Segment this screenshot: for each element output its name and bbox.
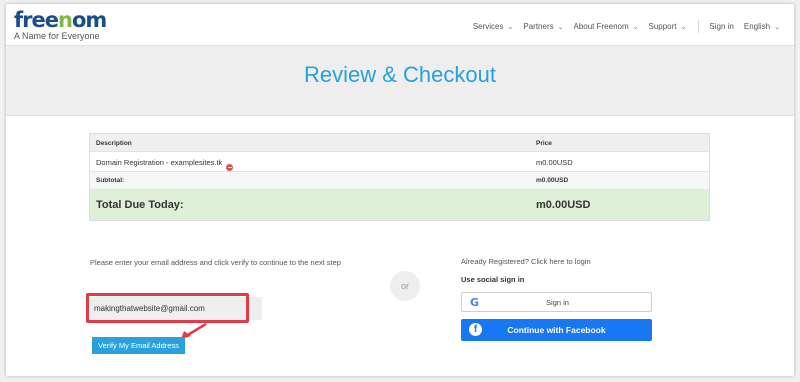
order-summary-table: Description Price Domain Registration - … (89, 133, 710, 221)
nav-label: Support (648, 22, 677, 31)
column-header-description: Description (96, 140, 132, 147)
facebook-signin-button[interactable]: f Continue with Facebook (461, 319, 652, 341)
nav-services[interactable]: Services ⌄ (473, 22, 514, 31)
subtotal-label: Subtotal: (96, 177, 125, 184)
highlight-box (86, 293, 249, 323)
logo-wordmark: freenom (14, 8, 107, 32)
subtotal-value: m0.00USD (536, 177, 569, 184)
sign-in-link[interactable]: Sign in (709, 22, 733, 31)
chevron-down-icon: ⌄ (680, 23, 687, 31)
table-row: Domain Registration - examplesites.tk m0… (90, 152, 709, 172)
social-signin-label: Use social sign in (461, 275, 525, 284)
nav-partners[interactable]: Partners ⌄ (523, 22, 563, 31)
nav-label: Partners (523, 22, 554, 31)
nav-label: Services (472, 22, 504, 31)
total-label: Total Due Today: (96, 199, 184, 211)
total-row: Total Due Today: m0.00USD (90, 190, 709, 220)
nav-about[interactable]: About Freenom ⌄ (573, 22, 638, 31)
main-nav: Services ⌄ Partners ⌄ About Freenom ⌄ Su… (463, 20, 780, 33)
chevron-down-icon: ⌄ (632, 23, 639, 31)
google-signin-label: Sign in (546, 298, 569, 307)
logo-tagline: A Name for Everyone (14, 31, 100, 41)
verify-email-button[interactable]: Verify My Email Address (92, 337, 185, 354)
nav-divider (698, 20, 700, 33)
site-header: freenom A Name for Everyone Services ⌄ P… (6, 4, 794, 46)
page-title: Review & Checkout (304, 62, 496, 87)
or-separator: or (390, 271, 420, 301)
chevron-down-icon: ⌄ (774, 23, 780, 31)
subtotal-row: Subtotal: m0.00USD (90, 172, 709, 190)
facebook-signin-label: Continue with Facebook (507, 325, 606, 335)
page-frame: freenom A Name for Everyone Services ⌄ P… (6, 4, 794, 376)
nav-support[interactable]: Support ⌄ (649, 22, 687, 31)
login-link[interactable]: Already Registered? Click here to login (461, 257, 591, 266)
chevron-down-icon: ⌄ (557, 23, 564, 31)
item-description: Domain Registration - examplesites.tk (96, 158, 234, 171)
language-selector[interactable]: English ⌄ (744, 22, 780, 31)
table-header-row: Description Price (90, 134, 709, 152)
sign-in-label: Sign in (709, 22, 734, 31)
freenom-logo[interactable]: freenom A Name for Everyone (14, 8, 107, 42)
page-banner: Review & Checkout (6, 46, 794, 116)
column-header-price: Price (536, 140, 552, 147)
item-description-text: Domain Registration - examplesites.tk (96, 158, 223, 167)
remove-icon[interactable] (226, 164, 234, 171)
nav-label: About Freenom (573, 22, 629, 31)
google-signin-button[interactable]: G Sign in (461, 292, 652, 312)
item-price: m0.00USD (536, 158, 573, 167)
chevron-down-icon: ⌄ (507, 23, 514, 31)
email-prompt: Please enter your email address and clic… (90, 258, 341, 267)
language-label: English (743, 22, 771, 31)
total-value: m0.00USD (536, 199, 591, 211)
